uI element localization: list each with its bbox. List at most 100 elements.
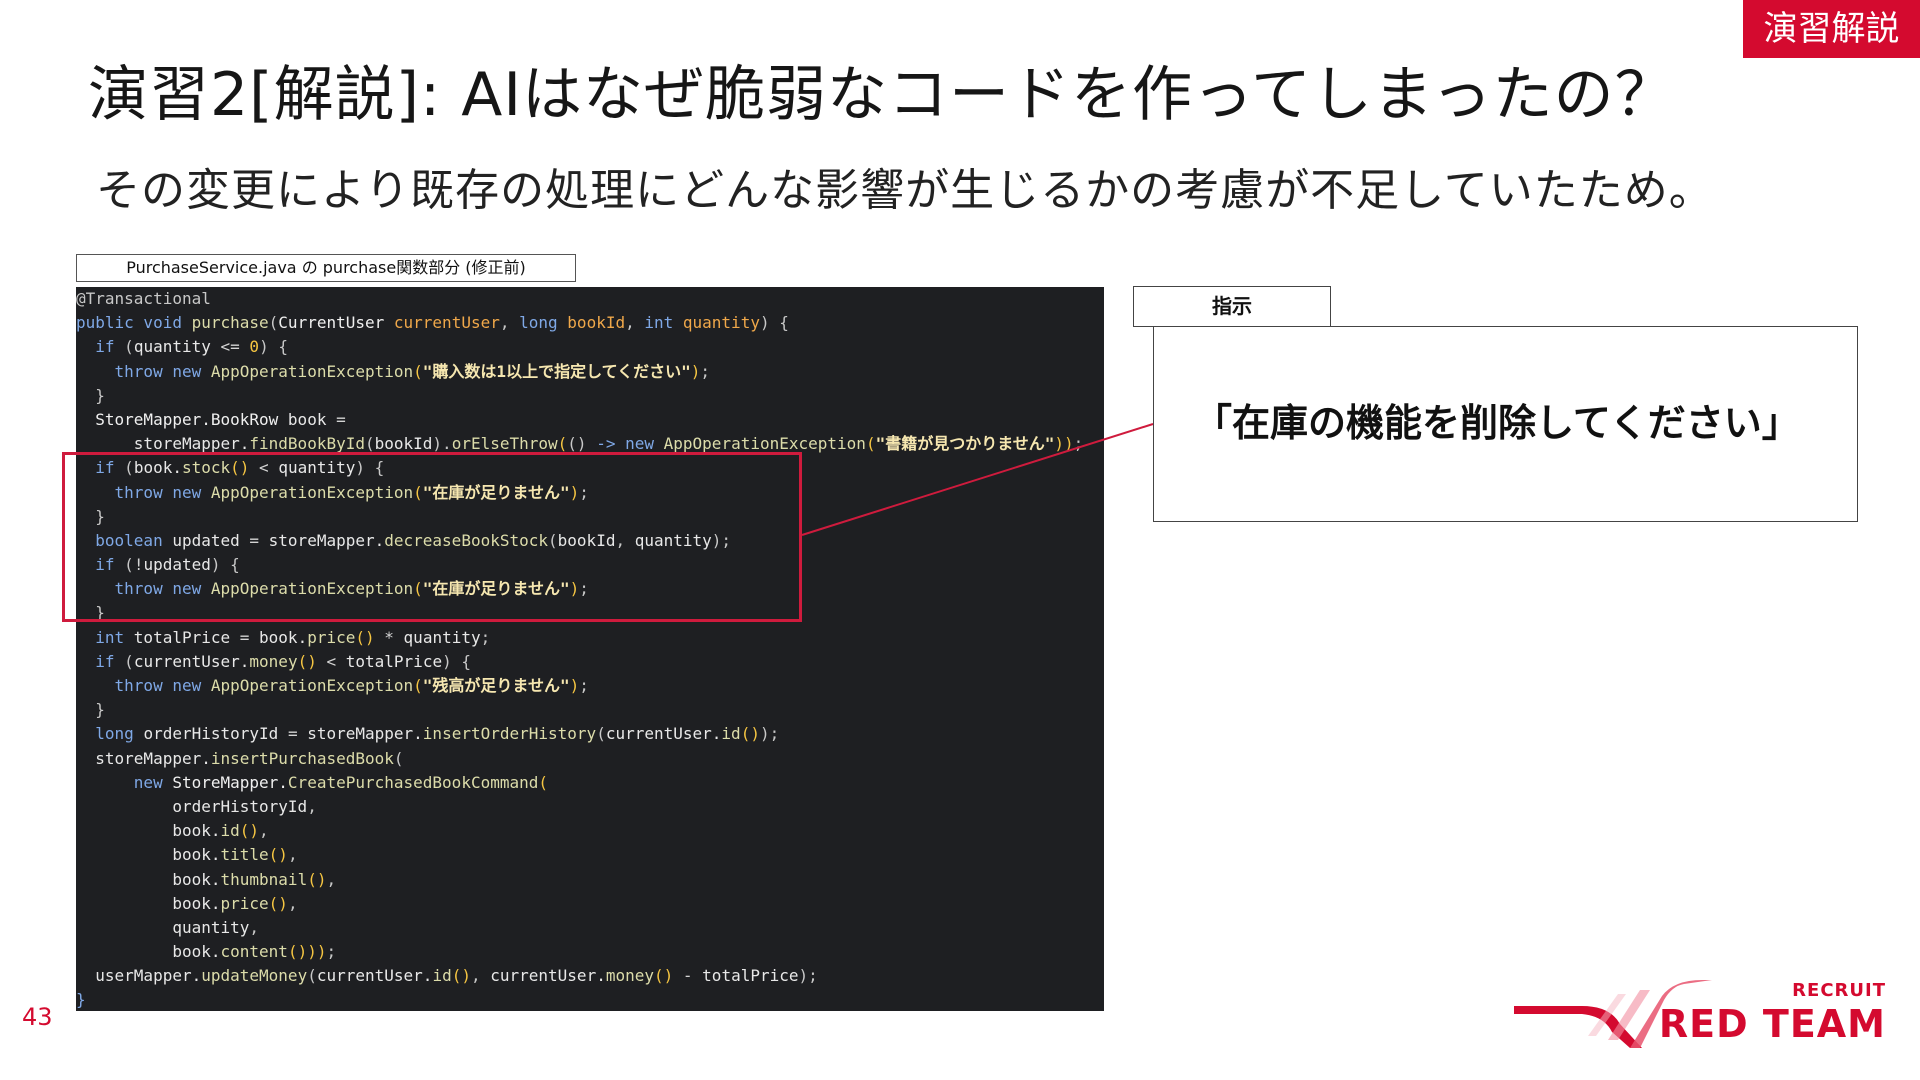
code-token: () [451, 966, 471, 986]
code-line: book.thumbnail(), [76, 868, 1104, 892]
code-token: int [644, 313, 683, 333]
code-token: userMapper. [95, 966, 202, 986]
code-token: "購入数は1以上で指定してください" [422, 361, 691, 381]
code-token: ). [432, 434, 452, 454]
code-token: ; [1073, 434, 1084, 454]
code-token: new [133, 772, 173, 792]
code-line: storeMapper.insertPurchasedBook( [76, 747, 1104, 771]
code-token: currentUser. [133, 651, 250, 671]
code-token: () [268, 893, 288, 913]
code-token: ; [326, 942, 337, 962]
code-token: title [220, 845, 269, 865]
code-token: , [307, 796, 317, 816]
code-token: price [220, 893, 269, 913]
code-token: insertPurchasedBook [210, 748, 394, 768]
code-token: price [307, 627, 356, 647]
code-token: ) { [259, 337, 288, 357]
code-token: purchase [191, 313, 269, 333]
code-token: currentUser [393, 313, 500, 333]
code-token: orElseThrow [451, 434, 558, 454]
code-line: throw new AppOperationException("残高が足りませ… [76, 674, 1104, 698]
code-token: bookId [567, 313, 626, 333]
instruction-text: 「在庫の機能を削除してください」 [1194, 401, 1800, 445]
code-token: () [355, 627, 375, 647]
code-token: currentUser. [605, 724, 722, 744]
code-token: thumbnail [220, 869, 308, 889]
code-token: id [721, 724, 741, 744]
code-token: ) [569, 676, 580, 695]
code-line: long orderHistoryId = storeMapper.insert… [76, 722, 1104, 746]
slide-title: 演習2[解説]: AIはなぜ脆弱なコードを作ってしまったの？ [88, 60, 1676, 130]
code-token: ) [690, 361, 701, 381]
code-line: book.id(), [76, 819, 1104, 843]
code-token: currentUser. [490, 966, 606, 986]
code-token: * [374, 627, 404, 647]
code-token: StoreMapper. [172, 772, 288, 792]
code-token: "残高が足りません" [422, 676, 570, 695]
code-token: } [95, 385, 105, 405]
code-line: @Transactional [76, 287, 1104, 311]
code-line: orderHistoryId, [76, 795, 1104, 819]
code-token: () [307, 869, 327, 889]
instruction-box: 「在庫の機能を削除してください」 [1153, 326, 1858, 522]
logo-red-team-text: RED TEAM [1658, 1002, 1886, 1046]
code-token: quantity [133, 337, 221, 357]
code-token: throw new [114, 361, 211, 381]
code-token: , [287, 845, 298, 865]
highlighted-code-region [62, 452, 802, 622]
code-token: totalPrice [133, 627, 240, 647]
code-token: } [76, 990, 86, 1010]
code-token: int [95, 627, 134, 647]
code-token: ( [124, 651, 134, 671]
code-token: @Transactional [76, 289, 211, 308]
code-token: ) { [442, 651, 471, 671]
code-token: currentUser. [316, 966, 433, 986]
code-line: book.price(), [76, 892, 1104, 916]
code-token: () [654, 966, 674, 986]
code-line: StoreMapper.BookRow book = [76, 408, 1104, 432]
code-token: 0 [249, 337, 260, 357]
code-token: () [297, 651, 317, 671]
code-token: = [336, 409, 346, 429]
code-caption: PurchaseService.java の purchase関数部分 (修正前… [76, 254, 576, 282]
code-token: = [239, 627, 260, 647]
code-token: storeMapper. [307, 724, 423, 744]
code-line: } [76, 698, 1104, 722]
code-token: ; [480, 627, 491, 647]
code-token: () [268, 845, 288, 865]
code-token: < [316, 651, 346, 671]
code-token: ())) [287, 942, 327, 962]
code-token: <= [220, 337, 250, 357]
code-token: totalPrice [345, 651, 443, 671]
code-token: StoreMapper.BookRow [95, 409, 288, 429]
code-line: throw new AppOperationException("購入数は1以上… [76, 360, 1104, 384]
code-token: quantity [172, 917, 250, 937]
code-token: ( [393, 748, 404, 768]
code-token: storeMapper. [133, 434, 250, 454]
page-number: 43 [22, 1003, 53, 1031]
code-token: money [605, 966, 654, 986]
code-token: ( [413, 676, 423, 695]
code-token: "書籍が見つかりません" [875, 434, 1055, 454]
code-token: -> new [596, 434, 664, 454]
code-token: storeMapper. [95, 748, 211, 768]
code-token: ( [413, 361, 423, 381]
code-token: AppOperationException [210, 361, 414, 381]
code-token: id [432, 966, 452, 986]
code-token: insertOrderHistory [422, 724, 597, 744]
code-token: () [239, 821, 260, 841]
code-token: orderHistoryId [172, 796, 308, 816]
code-token: ( [268, 313, 279, 333]
logo-recruit-text: RECRUIT [1792, 980, 1886, 1001]
code-line: } [76, 384, 1104, 408]
code-token: CreatePurchasedBookCommand [287, 772, 539, 792]
